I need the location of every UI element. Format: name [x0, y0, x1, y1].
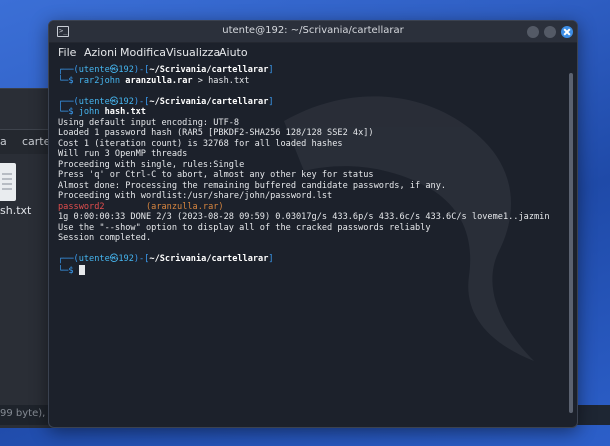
command-name: john: [78, 107, 100, 117]
output-line: Use the "--show" option to display all o…: [58, 222, 431, 233]
terminal-scrollbar[interactable]: [568, 65, 574, 425]
maximize-button[interactable]: [544, 26, 556, 38]
scrollbar-thumb[interactable]: [569, 73, 573, 413]
prompt-path: ~/Scrivania/cartellarar: [149, 96, 269, 107]
prompt-user: utente㉿192: [78, 96, 134, 107]
output-line: Press 'q' or Ctrl-C to abort, almost any…: [58, 170, 374, 180]
window-title: utente@192: ~/Scrivania/cartellarar: [222, 25, 404, 36]
prompt-path: ~/Scrivania/cartellarar: [149, 254, 269, 264]
prompt-line-3: ┌──(utente㉿192)-[~/Scrivania/cartellarar…: [58, 254, 274, 264]
menu-aiuto[interactable]: Aiuto: [219, 46, 248, 59]
breadcrumb-item-a[interactable]: a: [0, 135, 7, 148]
menu-visualizza[interactable]: Visualizza: [166, 46, 220, 59]
prompt-line-2: ┌──(utente㉿192)-[~/Scrivania/cartellarar…: [58, 96, 274, 107]
terminal-titlebar[interactable]: >_ utente@192: ~/Scrivania/cartellarar: [49, 21, 577, 43]
command-line-1: └─$ rar2john aranzulla.rar > hash.txt: [58, 75, 250, 86]
terminal-output[interactable]: ┌──(utente㉿192)-[~/Scrivania/cartellarar…: [49, 63, 577, 427]
cracked-source: (aranzulla.rar): [145, 201, 224, 212]
output-line: Almost done: Processing the remaining bu…: [58, 180, 447, 191]
menu-bar: File Azioni Modifica Visualizza Aiuto: [49, 43, 577, 63]
command-arg: hash.txt: [104, 107, 146, 117]
output-line: 1g 0:00:00:33 DONE 2/3 (2023-08-28 09:59…: [58, 212, 550, 222]
output-line: Loaded 1 password hash (RAR5 [PBKDF2-SHA…: [58, 128, 374, 138]
output-line: Using default input encoding: UTF-8: [58, 117, 240, 128]
close-button[interactable]: [561, 26, 573, 38]
terminal-window[interactable]: >_ utente@192: ~/Scrivania/cartellarar F…: [48, 20, 578, 428]
menu-file[interactable]: File: [58, 46, 76, 59]
menu-azioni[interactable]: Azioni: [84, 46, 117, 59]
command-arg: aranzulla.rar: [125, 75, 193, 86]
minimize-button[interactable]: [527, 26, 539, 38]
prompt-user: utente㉿192: [78, 254, 134, 264]
output-line: Cost 1 (iteration count) is 32768 for al…: [58, 138, 343, 149]
command-line-3[interactable]: └─$: [58, 264, 85, 277]
prompt-user: utente㉿192: [78, 65, 134, 75]
prompt-line-1: ┌──(utente㉿192)-[~/Scrivania/cartellarar…: [58, 65, 274, 75]
command-name: rar2john: [78, 75, 121, 86]
cracked-password: password2: [58, 201, 105, 212]
prompt-path: ~/Scrivania/cartellarar: [149, 65, 269, 75]
output-line: Proceeding with wordlist:/usr/share/john…: [58, 191, 333, 201]
output-line: Proceeding with single, rules:Single: [58, 159, 245, 170]
output-line: Will run 3 OpenMP threads: [58, 149, 188, 159]
command-line-2: └─$ john hash.txt: [58, 107, 146, 117]
command-rest: > hash.txt: [192, 75, 250, 86]
output-line: Session completed.: [58, 233, 152, 243]
cracked-password-line: password2 (aranzulla.rar): [58, 202, 224, 213]
file-name-hash-txt[interactable]: sh.txt: [0, 204, 31, 217]
text-cursor: [78, 264, 85, 275]
menu-modifica[interactable]: Modifica: [120, 46, 166, 59]
text-file-icon[interactable]: [0, 163, 16, 201]
